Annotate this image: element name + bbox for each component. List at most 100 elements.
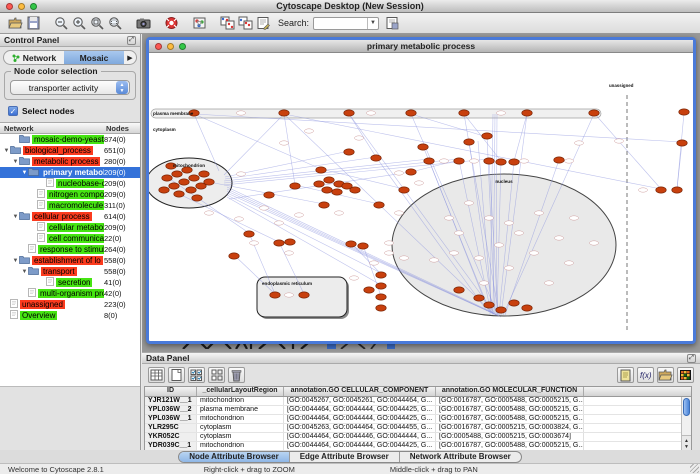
cell-cc[interactable]: [GO:0045267, GO:0045261, GO:0044464, G..… <box>284 397 436 405</box>
gene-node[interactable] <box>371 155 381 161</box>
edge[interactable] <box>514 114 527 161</box>
gene-node[interactable] <box>274 240 284 246</box>
gene-node[interactable] <box>204 179 214 185</box>
expander-arrow-icon[interactable]: ▼ <box>3 148 10 154</box>
gene-node[interactable] <box>346 241 356 247</box>
gene-node[interactable] <box>656 187 666 193</box>
edge[interactable] <box>234 255 275 294</box>
edge[interactable] <box>224 159 459 183</box>
gene-node[interactable] <box>406 169 416 175</box>
cell-id[interactable]: YPL036W__2 <box>145 406 197 414</box>
select-nodes-checkbox[interactable]: ✓ <box>8 106 18 116</box>
gene-node[interactable] <box>162 175 172 181</box>
gene-node[interactable] <box>179 179 189 185</box>
cell-cc[interactable]: [GO:0045263, GO:0044464, GO:0044455, G..… <box>284 424 436 432</box>
merge-networks-icon[interactable] <box>218 15 236 32</box>
gene-node[interactable] <box>264 192 274 198</box>
cell-mf[interactable]: [GO:0016787, GO:0005488, GO:0005215, G..… <box>436 415 584 423</box>
cell-region[interactable]: cytoplasm <box>197 433 284 441</box>
search-dropdown-arrow-icon[interactable]: ▼ <box>367 18 378 29</box>
zoom-selected-icon[interactable] <box>88 15 106 32</box>
gene-node[interactable] <box>322 187 332 193</box>
gene-node[interactable] <box>279 110 289 116</box>
tab-network[interactable]: Network <box>4 51 64 64</box>
save-report-icon[interactable] <box>383 15 401 32</box>
cell-mf[interactable]: [GO:0016787, GO:0005488, GO:0005215, G..… <box>436 397 584 405</box>
expander-arrow-icon[interactable]: ▼ <box>12 214 19 220</box>
cell-cc[interactable]: [GO:0044464, GO:0044444, GO:0044425, G..… <box>284 442 436 450</box>
heatmap-icon[interactable] <box>677 367 694 383</box>
gene-node[interactable] <box>677 140 687 146</box>
gene-node[interactable] <box>399 187 409 193</box>
zoom-in-icon[interactable] <box>70 15 88 32</box>
gene-node[interactable] <box>484 158 494 164</box>
save-session-icon[interactable] <box>24 15 42 32</box>
tree-row-cellular-metaboli[interactable]: cellular metaboli209(0) <box>0 222 140 233</box>
gene-node[interactable] <box>159 187 169 193</box>
gene-node[interactable] <box>270 292 280 298</box>
float-panel-icon[interactable]: ⤢ <box>127 36 136 45</box>
edge[interactable] <box>677 143 682 189</box>
tree-row-cellular-process[interactable]: ▼cellular process614(0) <box>0 211 140 222</box>
network-window-titlebar[interactable]: primary metabolic process <box>149 40 693 53</box>
nucleus-region[interactable] <box>392 174 616 316</box>
gene-node[interactable] <box>418 144 428 150</box>
tree-row-transport[interactable]: ▼transport558(0) <box>0 266 140 277</box>
union-networks-icon[interactable] <box>236 15 254 32</box>
table-row-ykr052c[interactable]: YKR052Ccytoplasm[GO:0044464, GO:0044446,… <box>145 433 691 442</box>
tab-network-attribute-browser[interactable]: Network Attribute Browser <box>400 452 521 462</box>
cell-cc[interactable]: [GO:0044464, GO:0044444, GO:0044425, G..… <box>284 415 436 423</box>
select-attributes-icon[interactable] <box>188 367 205 383</box>
gene-node[interactable] <box>406 110 416 116</box>
column-header-id[interactable]: ID <box>145 387 197 396</box>
cell-cc[interactable]: [GO:0044464, GO:0044446, GO:0044444, G..… <box>284 433 436 441</box>
resize-grip[interactable] <box>690 464 699 473</box>
gene-node[interactable] <box>299 292 309 298</box>
gene-node[interactable] <box>192 195 202 201</box>
cell-mf[interactable]: [GO:0016787, GO:0005488, GO:0005215, G..… <box>436 406 584 414</box>
cell-region[interactable]: cytoplasm <box>197 424 284 432</box>
unselect-attributes-icon[interactable] <box>208 367 225 383</box>
gene-node[interactable] <box>344 149 354 155</box>
tree-row-unassigned[interactable]: unassigned223(0) <box>0 299 140 310</box>
column-header-mf[interactable]: annotation.GO MOLECULAR_FUNCTION <box>436 387 584 396</box>
gene-node[interactable] <box>199 171 209 177</box>
gene-node[interactable] <box>316 167 326 173</box>
gene-node[interactable] <box>376 272 386 278</box>
expander-arrow-icon[interactable]: ▼ <box>21 170 28 176</box>
gene-node[interactable] <box>424 158 434 164</box>
node-color-dropdown[interactable]: transporter activity ▲▼ <box>10 80 130 95</box>
tree-row-response-to-stimulu[interactable]: response to stimulu264(0) <box>0 244 140 255</box>
tree-row-multi-organism-pro[interactable]: multi-organism pro42(0) <box>0 288 140 299</box>
help-icon[interactable] <box>162 15 180 32</box>
cell-mf[interactable]: [GO:0016787, GO:0005215, GO:0003824, G..… <box>436 424 584 432</box>
cell-id[interactable]: YKR052C <box>145 433 197 441</box>
vizmapper-icon[interactable] <box>190 15 208 32</box>
cell-region[interactable]: plasma membrane <box>197 406 284 414</box>
gene-node[interactable] <box>522 110 532 116</box>
cell-region[interactable]: mitochondrion <box>197 415 284 423</box>
float-data-panel-icon[interactable]: ⤢ <box>687 354 696 363</box>
gene-node[interactable] <box>672 187 682 193</box>
column-header-cc[interactable]: annotation.GO CELLULAR_COMPONENT <box>284 387 436 396</box>
gene-node[interactable] <box>376 305 386 311</box>
tree-row-secretion[interactable]: secretion41(0) <box>0 277 140 288</box>
gene-node[interactable] <box>332 189 342 195</box>
tree-column-network[interactable]: Network <box>0 124 106 133</box>
edge[interactable] <box>227 197 381 285</box>
gene-node[interactable] <box>474 295 484 301</box>
plasma-membrane-region[interactable] <box>151 109 601 118</box>
gene-node[interactable] <box>319 202 329 208</box>
gene-node[interactable] <box>454 158 464 164</box>
tree-row-nucleobase-cont[interactable]: nucleobase-cont209(0) <box>0 178 140 189</box>
tree-row-mosaic-demo-yeast[interactable]: mosaic-demo-yeast874(0) <box>0 134 140 145</box>
gene-node[interactable] <box>314 181 324 187</box>
import-attributes-icon[interactable] <box>657 367 674 383</box>
gene-node[interactable] <box>376 294 386 300</box>
tab-node-attribute-browser[interactable]: Node Attribute Browser <box>179 452 290 462</box>
gene-node[interactable] <box>376 283 386 289</box>
tree-row-cell-communicati[interactable]: cell communicati22(0) <box>0 233 140 244</box>
gene-node[interactable] <box>454 287 464 293</box>
tree-row-biological-process[interactable]: ▼biological_process651(0) <box>0 145 140 156</box>
table-row-ypl036w__1[interactable]: YPL036W__1mitochondrion[GO:0044464, GO:0… <box>145 415 691 424</box>
